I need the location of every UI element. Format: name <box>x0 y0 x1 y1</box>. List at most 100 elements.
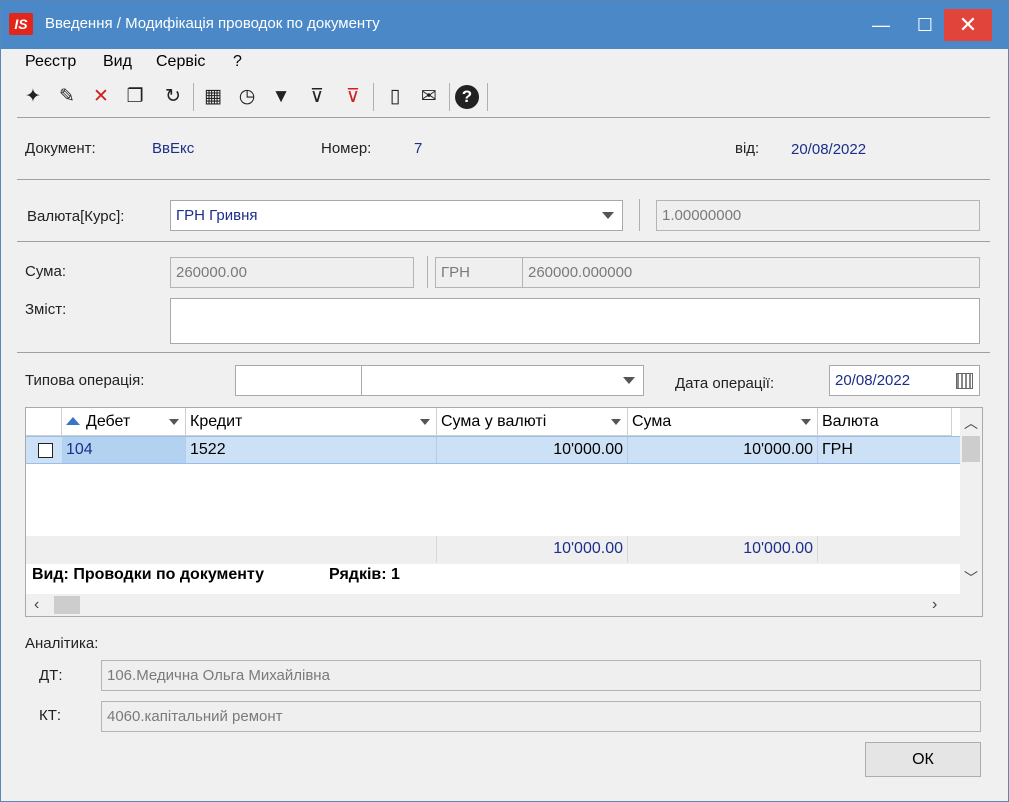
divider <box>427 256 428 288</box>
scroll-right-icon[interactable]: › <box>932 596 937 614</box>
operation-label: Типова операція: <box>25 372 145 389</box>
totals-spacer <box>26 536 437 562</box>
scroll-thumb[interactable] <box>962 436 980 462</box>
app-logo-icon: IS <box>9 13 33 35</box>
currency-rate-field: 1.00000000 <box>656 200 980 231</box>
total-sum-currency: 10'000.00 <box>437 536 628 562</box>
menu-registry[interactable]: Реєстр <box>25 53 76 71</box>
grid-view-label: Вид: Проводки по документу <box>32 566 265 583</box>
close-button[interactable]: ✕ <box>944 9 992 41</box>
menu-view[interactable]: Вид <box>103 53 132 71</box>
toolbar-separator <box>487 83 488 111</box>
entries-grid: Дебет Кредит Сума у валюті Сума Валюта 1… <box>25 407 983 617</box>
toolbar: ✦ ✎ ✕ ❐ ↻ ▦ ◷ ▼ ⊽ ⊽ ▯ ✉ ? <box>9 77 1000 117</box>
document-label: Документ: <box>25 140 96 157</box>
filter-dropdown-icon[interactable] <box>169 419 179 425</box>
column-header-label: Валюта <box>822 413 879 430</box>
column-header-currency[interactable]: Валюта <box>818 408 952 436</box>
email-icon[interactable]: ✉ <box>415 83 443 111</box>
title-bar: IS Введення / Модифікація проводок по до… <box>1 1 1008 49</box>
grid-rows-count: Рядків: 1 <box>329 566 400 583</box>
grid-totals-row: 10'000.00 10'000.00 <box>26 536 960 564</box>
cell-debit[interactable]: 104 <box>62 437 186 463</box>
column-header-label: Кредит <box>190 413 243 430</box>
refresh-icon[interactable]: ↻ <box>159 83 187 111</box>
menu-help[interactable]: ? <box>233 53 242 71</box>
form-icon[interactable]: ▯ <box>381 83 409 111</box>
scroll-left-icon[interactable]: ‹ <box>34 596 39 614</box>
edit-icon[interactable]: ✎ <box>53 83 81 111</box>
column-header-sum-currency[interactable]: Сума у валюті <box>437 408 628 436</box>
column-header-label: Сума у валюті <box>441 413 547 430</box>
sum-field: 260000.00 <box>170 257 414 288</box>
scroll-thumb[interactable] <box>54 596 80 614</box>
operation-select[interactable] <box>361 365 644 396</box>
currency-label: Валюта[Курс]: <box>27 208 125 225</box>
copy-icon[interactable]: ❐ <box>121 83 149 111</box>
menu-bar: Реєстр Вид Сервіс ? <box>9 49 1000 75</box>
number-value: 7 <box>414 140 423 157</box>
scroll-up-icon[interactable]: ︿ <box>964 413 978 433</box>
toolbar-separator <box>449 83 450 111</box>
filter-dropdown-icon[interactable] <box>420 419 430 425</box>
kt-field: 4060.капітальний ремонт <box>101 701 981 732</box>
column-header-credit[interactable]: Кредит <box>186 408 437 436</box>
window-title: Введення / Модифікація проводок по докум… <box>45 15 380 32</box>
cell-sum-currency[interactable]: 10'000.00 <box>437 437 628 463</box>
menu-service[interactable]: Сервіс <box>156 53 205 71</box>
vertical-scrollbar[interactable]: ︿ ﹀ <box>960 408 982 594</box>
column-header-label: Дебет <box>86 413 131 430</box>
new-icon[interactable]: ✦ <box>19 83 47 111</box>
table-icon[interactable]: ▦ <box>199 83 227 111</box>
toolbar-separator <box>193 83 194 111</box>
maximize-button[interactable]: ☐ <box>903 9 947 41</box>
date-label: від: <box>735 140 760 157</box>
filter-dropdown-icon[interactable] <box>611 419 621 425</box>
operation-date-input[interactable]: 20/08/2022 <box>829 365 980 396</box>
dialog-window: IS Введення / Модифікація проводок по до… <box>0 0 1009 802</box>
column-header-label: Сума <box>632 413 672 430</box>
cell-currency[interactable]: ГРН <box>818 437 960 463</box>
row-checkbox[interactable] <box>38 443 53 458</box>
divider <box>639 199 640 231</box>
clock-icon[interactable]: ◷ <box>233 83 261 111</box>
sort-ascending-icon <box>66 417 80 425</box>
dialog-client: Реєстр Вид Сервіс ? ✦ ✎ ✕ ❐ ↻ ▦ ◷ ▼ ⊽ ⊽ … <box>9 49 1000 795</box>
filter-clear-icon[interactable]: ⊽ <box>339 83 367 111</box>
chevron-down-icon <box>623 377 635 384</box>
column-header-debit[interactable]: Дебет <box>62 408 186 436</box>
kt-label: КТ: <box>39 707 62 724</box>
calendar-icon[interactable] <box>956 373 973 389</box>
filter-dropdown-icon[interactable] <box>801 419 811 425</box>
help-icon[interactable]: ? <box>455 85 479 109</box>
divider <box>17 352 990 353</box>
operation-code-input[interactable] <box>235 365 362 396</box>
sum-label: Сума: <box>25 263 66 280</box>
cell-credit[interactable]: 1522 <box>186 437 437 463</box>
divider <box>17 179 990 180</box>
horizontal-scrollbar[interactable]: ‹ › <box>26 594 982 616</box>
date-value: 20/08/2022 <box>791 141 867 158</box>
currency-select[interactable]: ГРН Гривня <box>170 200 623 231</box>
scroll-down-icon[interactable]: ﹀ <box>964 568 978 588</box>
content-label: Зміст: <box>25 301 67 318</box>
operation-date-value: 20/08/2022 <box>835 372 911 389</box>
sum-currency-field: ГРН <box>435 257 523 288</box>
chevron-down-icon <box>602 212 614 219</box>
toolbar-separator <box>373 83 374 111</box>
dt-field: 106.Медична Ольга Михайлівна <box>101 660 981 691</box>
table-row[interactable]: 104 1522 10'000.00 10'000.00 ГРН <box>26 436 960 464</box>
filter-icon[interactable]: ▼ <box>267 83 295 111</box>
ok-button[interactable]: ОК <box>865 742 981 777</box>
divider <box>17 117 990 118</box>
number-label: Номер: <box>321 140 372 157</box>
cell-sum[interactable]: 10'000.00 <box>628 437 818 463</box>
delete-icon[interactable]: ✕ <box>87 83 115 111</box>
content-textarea[interactable] <box>170 298 980 344</box>
analytics-label: Аналітика: <box>25 635 99 652</box>
filter-apply-icon[interactable]: ⊽ <box>303 83 331 111</box>
minimize-button[interactable]: — <box>859 9 903 41</box>
column-header-sum[interactable]: Сума <box>628 408 818 436</box>
document-value: ВвЕкс <box>152 140 195 157</box>
sum-currency-value-field: 260000.000000 <box>522 257 980 288</box>
